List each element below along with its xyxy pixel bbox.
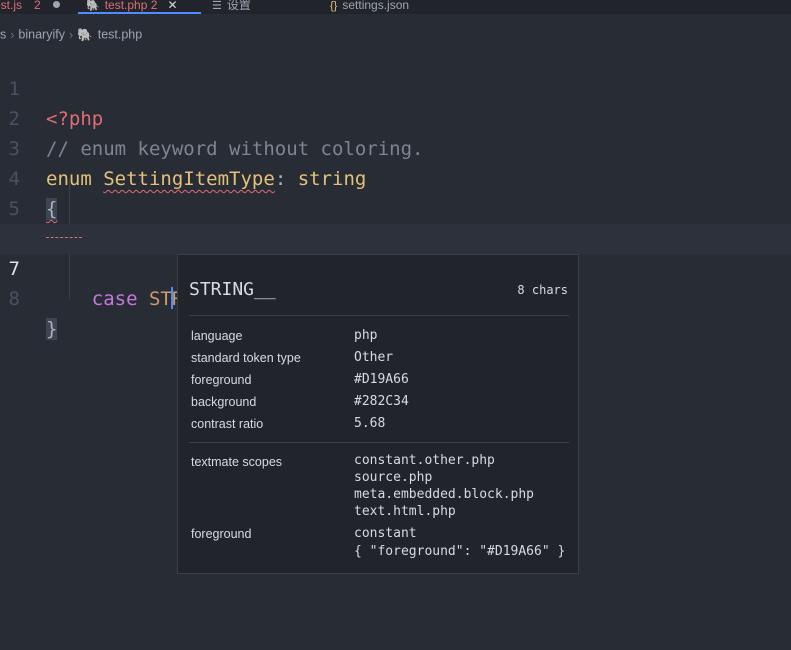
inspector-row: background #282C34 (191, 392, 571, 412)
code-line[interactable]: 6 (0, 194, 791, 250)
tab-label: test.php (104, 0, 148, 12)
inspector-row: contrast ratio 5.68 (191, 414, 571, 434)
php-elephant-icon: 🐘 (77, 27, 93, 42)
breadcrumb-segment[interactable]: test.php (98, 28, 142, 42)
token-length: 8 chars (517, 283, 568, 297)
code-line[interactable]: 1 <?php (0, 44, 791, 130)
inspector-row: foreground #D19A66 (191, 370, 571, 390)
row-key: textmate scopes (191, 455, 283, 469)
code-line[interactable]: 5 case STRING = 'STRING'; // Maybe it's … (0, 164, 791, 250)
textmate-scope: meta.embedded.block.php (354, 487, 535, 502)
tab-settings[interactable]: ☰ 设置 (212, 0, 251, 14)
row-key: language (191, 329, 243, 343)
code-line-current[interactable]: 7 case STRING__ = 'STRING'; // Normal co… (0, 224, 791, 310)
row-key: standard token type (191, 351, 301, 365)
problem-count-badge: 2 (34, 0, 41, 12)
tab-label: est.js (0, 0, 23, 12)
row-key: foreground (191, 527, 252, 541)
row-value: Other (354, 350, 394, 365)
divider (189, 315, 569, 316)
breadcrumb-segment[interactable]: binaryify (18, 28, 65, 42)
line-number: 8 (8, 288, 20, 310)
text-cursor (170, 287, 173, 309)
token-inspector-popup: STRING__ 8 chars language php standard t… (177, 254, 579, 574)
modified-dot-icon (52, 1, 60, 8)
breadcrumb-segment[interactable]: s (0, 28, 6, 42)
code-text: } (46, 318, 58, 340)
row-value: php (354, 328, 378, 343)
code-line[interactable]: 2 // enum keyword without coloring. (0, 74, 791, 160)
breadcrumb: s › binaryify › 🐘 test.php (0, 25, 142, 43)
row-key: background (191, 395, 257, 409)
foreground-rule-json: { "foreground": "#D19A66" } (354, 544, 566, 559)
row-value: #D19A66 (354, 372, 409, 387)
inspector-row: language php (191, 326, 571, 346)
close-icon[interactable]: ✕ (167, 0, 177, 12)
chevron-right-icon: › (68, 27, 74, 42)
textmate-scope: source.php (354, 470, 433, 485)
divider (189, 442, 569, 443)
row-value: 5.68 (354, 416, 386, 431)
row-value: #282C34 (354, 394, 409, 409)
inspector-row: standard token type Other (191, 348, 571, 368)
chevron-right-icon: › (10, 27, 15, 42)
tab-label: 设置 (226, 0, 251, 12)
textmate-scope: text.html.php (354, 504, 456, 519)
textmate-scope: constant.other.php (354, 453, 495, 468)
tab-bar: est.js2 🐘test.php 2✕ ☰设置 {}settings.json (0, 0, 791, 14)
active-tab-indicator (78, 12, 201, 14)
row-key: contrast ratio (191, 417, 264, 431)
error-squiggle (46, 233, 82, 238)
foreground-rule-name: constant (354, 526, 417, 541)
json-braces-icon: {} (330, 0, 338, 12)
code-line[interactable]: 4 { (0, 134, 791, 220)
code-line[interactable]: 3 enum SettingItemType: string (0, 104, 791, 190)
tab-label: settings.json (342, 0, 410, 12)
problem-count-badge: 2 (150, 0, 158, 12)
tab-test-js[interactable]: est.js 2 (0, 0, 60, 14)
row-key: foreground (191, 373, 252, 387)
tab-settings-json[interactable]: {} settings.json (330, 0, 409, 14)
settings-icon: ☰ (212, 0, 222, 12)
token-name: STRING__ (189, 279, 276, 300)
